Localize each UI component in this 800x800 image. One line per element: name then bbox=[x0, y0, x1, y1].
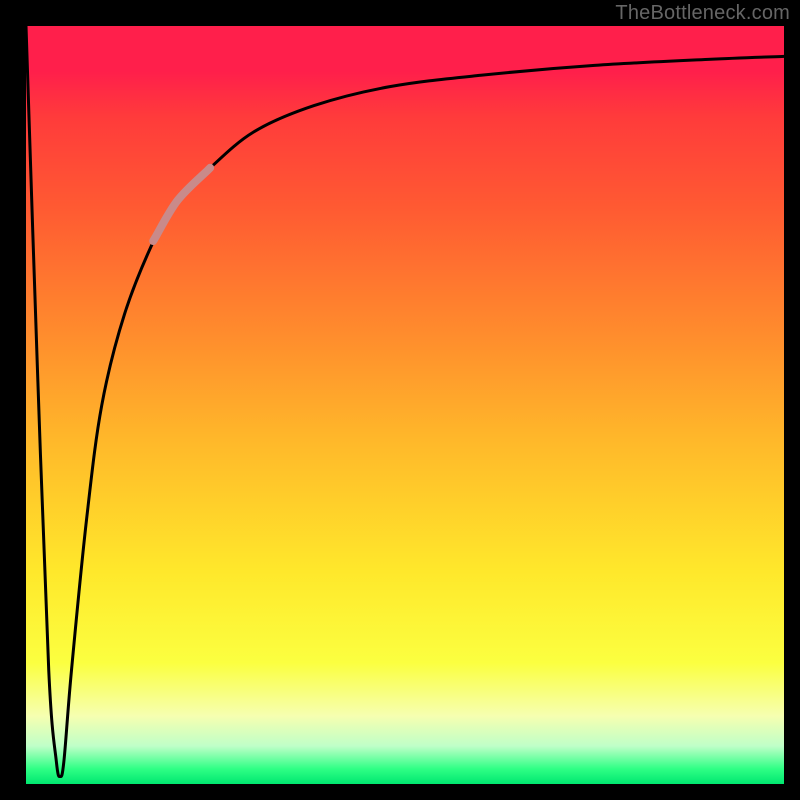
chart-container: TheBottleneck.com bbox=[0, 0, 800, 800]
attribution-text: TheBottleneck.com bbox=[615, 2, 790, 25]
plot-background-gradient bbox=[26, 26, 784, 784]
